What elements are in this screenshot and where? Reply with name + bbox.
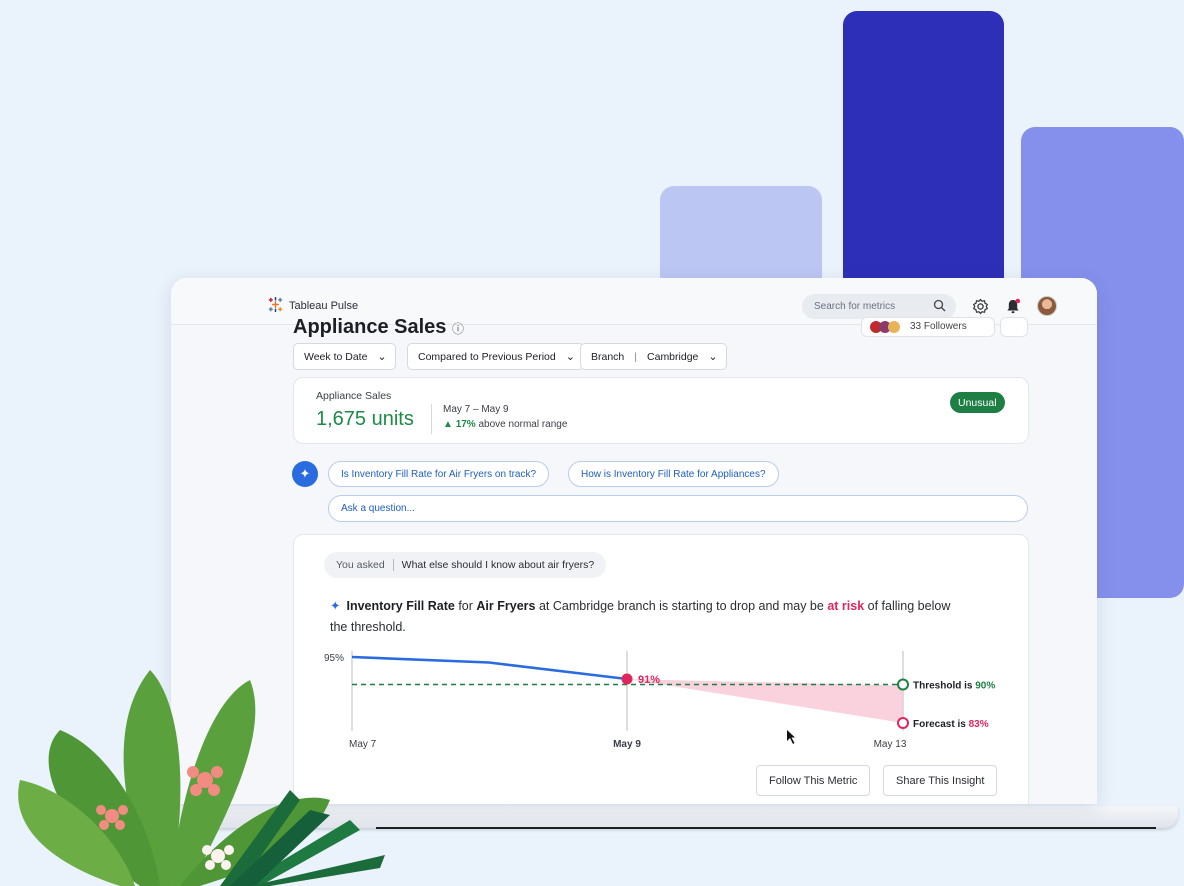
filter-separator: | bbox=[634, 350, 638, 363]
filter-comparison[interactable]: Compared to Previous Period ⌄ bbox=[407, 343, 584, 370]
search-placeholder: Search for metrics bbox=[814, 301, 896, 312]
filter-comparison-label: Compared to Previous Period bbox=[418, 350, 556, 363]
share-icon-button[interactable] bbox=[1000, 317, 1028, 337]
chevron-down-icon: ⌄ bbox=[377, 351, 387, 363]
x-tick-label: May 13 bbox=[874, 739, 907, 750]
search-input[interactable]: Search for metrics bbox=[802, 294, 956, 319]
bell-icon[interactable] bbox=[1003, 296, 1023, 316]
metric-card[interactable]: Appliance Sales 1,675 units May 7 – May … bbox=[293, 377, 1029, 444]
threshold-value: 90% bbox=[975, 681, 995, 692]
metric-date-range: May 7 – May 9 bbox=[443, 404, 509, 415]
gear-icon[interactable] bbox=[970, 296, 990, 316]
page-title: Appliance Sales ⓘ bbox=[293, 316, 464, 338]
tableau-logo-icon bbox=[268, 296, 283, 315]
chevron-down-icon: ⌄ bbox=[565, 351, 575, 363]
metric-change-pct: 17% bbox=[455, 419, 476, 430]
status-badge: Unusual bbox=[950, 392, 1005, 413]
app-name: Tableau Pulse bbox=[289, 300, 359, 312]
filter-branch-value: Cambridge bbox=[647, 350, 699, 363]
threshold-label: Threshold is 90% bbox=[913, 681, 995, 692]
share-insight-button[interactable]: Share This Insight bbox=[883, 765, 998, 796]
metric-label: Appliance Sales bbox=[316, 390, 392, 402]
follower-avatars bbox=[870, 321, 900, 333]
metric-change: ▲ 17% above normal range bbox=[443, 419, 567, 430]
mouse-cursor-icon bbox=[787, 730, 795, 744]
filter-branch[interactable]: Branch | Cambridge ⌄ bbox=[580, 343, 727, 370]
forecast-band bbox=[627, 679, 903, 723]
forecast-label: Forecast is 83% bbox=[913, 719, 989, 730]
suggestion-chip[interactable]: Is Inventory Fill Rate for Air Fryers on… bbox=[328, 461, 550, 487]
forecast-marker bbox=[897, 717, 909, 729]
search-icon bbox=[933, 299, 946, 315]
follow-metric-button[interactable]: Follow This Metric bbox=[756, 765, 871, 796]
decorative-plant bbox=[18, 670, 385, 886]
followers-label: 33 Followers bbox=[910, 321, 967, 332]
laptop-base-edge bbox=[376, 827, 1156, 829]
metric-divider bbox=[431, 404, 432, 434]
insight-card: You asked What else should I know about … bbox=[293, 534, 1029, 804]
forecast-value: 83% bbox=[969, 719, 989, 730]
info-icon[interactable]: ⓘ bbox=[452, 322, 464, 336]
brand[interactable]: Tableau Pulse bbox=[268, 296, 359, 315]
sparkle-icon: ✦ bbox=[292, 461, 318, 487]
filter-time-range-label: Week to Date bbox=[304, 350, 368, 363]
current-value-label: 91% bbox=[638, 674, 660, 686]
filter-time-range[interactable]: Week to Date ⌄ bbox=[293, 343, 396, 370]
up-arrow-icon: ▲ bbox=[443, 419, 453, 430]
suggestion-chip[interactable]: How is Inventory Fill Rate for Appliance… bbox=[568, 461, 779, 487]
avatar[interactable] bbox=[1037, 296, 1057, 316]
x-tick-label: May 9 bbox=[613, 739, 641, 750]
filter-branch-label: Branch bbox=[591, 350, 625, 363]
fill-rate-chart: 91% Threshold is 90%Forecast is 83%95%May… bbox=[324, 651, 995, 750]
chevron-down-icon: ⌄ bbox=[708, 351, 718, 363]
metric-value: 1,675 units bbox=[316, 408, 414, 430]
followers-button[interactable]: 33 Followers bbox=[861, 317, 995, 337]
threshold-marker bbox=[897, 678, 909, 691]
current-point bbox=[621, 673, 633, 685]
metric-change-text: above normal range bbox=[478, 419, 568, 430]
ask-question-input[interactable]: Ask a question... bbox=[328, 495, 1028, 522]
